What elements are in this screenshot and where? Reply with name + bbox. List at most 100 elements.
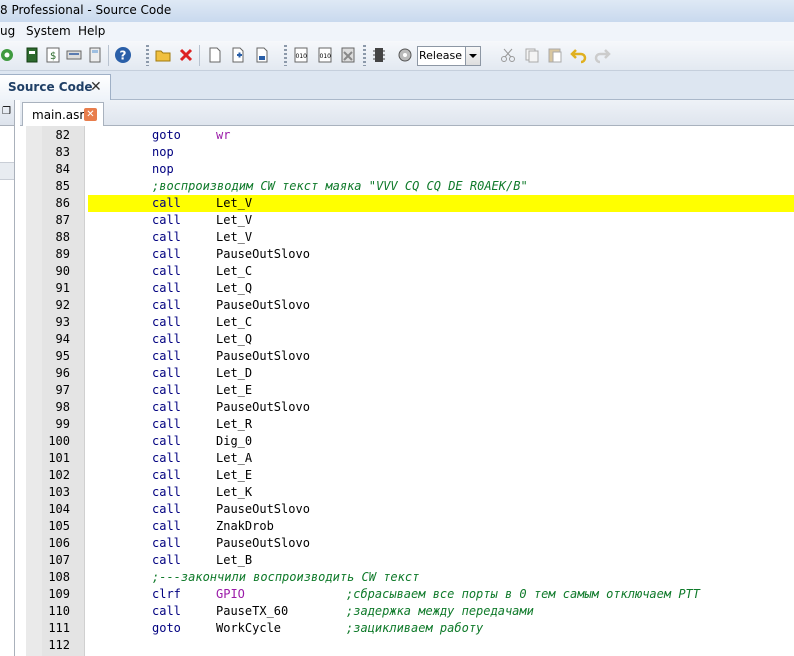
toolbar-separator [199, 45, 200, 66]
code-line[interactable]: 100 call Dig_0 [20, 433, 794, 450]
code-line[interactable]: 96 call Let_D [20, 365, 794, 382]
line-number: 97 [55, 383, 70, 397]
calculator-icon[interactable] [86, 46, 104, 64]
dollar-doc-icon[interactable]: $ [44, 46, 62, 64]
code-line[interactable]: 109 clrf GPIO ;сбрасываем все порты в 0 тем… [20, 586, 794, 603]
save-file-icon[interactable] [253, 46, 271, 64]
line-number: 90 [55, 264, 70, 278]
operand: wr [216, 128, 231, 142]
line-number: 108 [48, 570, 70, 584]
code-line[interactable]: 111 goto WorkCycle ;зацикливаем работу [20, 620, 794, 637]
code-line[interactable]: 91 call Let_Q [20, 280, 794, 297]
instruction: call [152, 281, 181, 295]
code-line[interactable]: 83 nop [20, 144, 794, 161]
line-number: 102 [48, 468, 70, 482]
binary-icon[interactable]: 010 [292, 46, 310, 64]
delete-icon[interactable] [177, 46, 195, 64]
left-panel-header: ❐ [0, 100, 14, 126]
operand: Let_B [216, 553, 253, 567]
toolbar-grip[interactable] [284, 45, 287, 66]
code-line[interactable]: 107 call Let_B [20, 552, 794, 569]
menu-system[interactable]: System [26, 24, 71, 38]
instruction: call [152, 349, 181, 363]
instruction: clrf [152, 587, 181, 601]
settings-icon[interactable] [0, 46, 18, 64]
redo-icon[interactable] [593, 46, 611, 64]
code-line[interactable]: 99 call Let_R [20, 416, 794, 433]
code-line[interactable]: 102 call Let_E [20, 467, 794, 484]
instruction: goto [152, 128, 181, 142]
code-line[interactable]: 106 call PauseOutSlovo [20, 535, 794, 552]
menu-help[interactable]: Help [78, 24, 105, 38]
code-area[interactable]: 82 goto wr 83 nop 84 nop 85 ;воспроизводим CW те… [20, 126, 794, 656]
code-line[interactable]: 82 goto wr [20, 127, 794, 144]
code-line[interactable]: 98 call PauseOutSlovo [20, 399, 794, 416]
memory-icon[interactable] [65, 46, 83, 64]
instruction: call [152, 604, 181, 618]
svg-text:$: $ [50, 51, 56, 62]
paste-icon[interactable] [546, 46, 564, 64]
restore-window-icon[interactable]: ❐ [2, 106, 11, 117]
code-line[interactable]: 93 call Let_C [20, 314, 794, 331]
line-number: 112 [48, 638, 70, 652]
code-line[interactable]: 85 ;воспроизводим CW текст маяка "VVV CQ … [20, 178, 794, 195]
operand: Let_C [216, 264, 253, 278]
line-number: 107 [48, 553, 70, 567]
instruction: call [152, 213, 181, 227]
code-line[interactable]: 112 [20, 637, 794, 654]
operand: ZnakDrob [216, 519, 274, 533]
line-number: 101 [48, 451, 70, 465]
device-icon[interactable] [370, 46, 388, 64]
code-line[interactable]: 86 call Let_V [20, 195, 794, 212]
tab-main-asm[interactable]: main.asm ✕ [22, 102, 104, 126]
help-icon[interactable]: ? [114, 46, 132, 64]
code-line[interactable]: 92 call PauseOutSlovo [20, 297, 794, 314]
undo-icon[interactable] [570, 46, 588, 64]
new-file-icon[interactable] [206, 46, 224, 64]
code-line[interactable]: 97 call Let_E [20, 382, 794, 399]
code-line[interactable]: 94 call Let_Q [20, 331, 794, 348]
add-file-icon[interactable] [229, 46, 247, 64]
code-line[interactable]: 95 call PauseOutSlovo [20, 348, 794, 365]
code-line[interactable]: 90 call Let_C [20, 263, 794, 280]
chip-icon[interactable] [23, 46, 41, 64]
code-line[interactable]: 104 call PauseOutSlovo [20, 501, 794, 518]
code-line[interactable]: 87 call Let_V [20, 212, 794, 229]
instruction: call [152, 434, 181, 448]
code-line[interactable]: 103 call Let_K [20, 484, 794, 501]
toolbar-grip[interactable] [146, 45, 149, 66]
title-bar: 8 Professional - Source Code [0, 0, 794, 23]
line-number: 111 [48, 621, 70, 635]
instruction: call [152, 298, 181, 312]
code-line[interactable]: 108 ;---закончили воспроизводить CW текст [20, 569, 794, 586]
close-icon[interactable]: ✕ [84, 108, 97, 121]
menu-debug[interactable]: ug [0, 24, 15, 38]
toolbar-grip[interactable] [363, 45, 366, 66]
comment: ;сбрасываем все порты в 0 тем самым откл… [346, 587, 701, 601]
instruction: call [152, 417, 181, 431]
line-number: 92 [55, 298, 70, 312]
binary-alt-icon[interactable]: 010 [316, 46, 334, 64]
chevron-down-icon[interactable] [465, 47, 480, 65]
left-panel-item[interactable] [0, 162, 14, 180]
build-config-value: Release [419, 49, 462, 62]
editor-tab-bar: main.asm ✕ [20, 100, 794, 126]
code-line[interactable]: 110 call PauseTX_60 ;задержка между передач… [20, 603, 794, 620]
code-line[interactable]: 89 call PauseOutSlovo [20, 246, 794, 263]
tab-source-code[interactable]: Source Code ✕ [0, 74, 111, 100]
code-line[interactable]: 84 nop [20, 161, 794, 178]
cut-icon[interactable] [499, 46, 517, 64]
build-config-select[interactable]: Release [417, 46, 481, 66]
binary-delete-icon[interactable] [339, 46, 357, 64]
open-folder-icon[interactable] [154, 46, 172, 64]
code-line[interactable]: 105 call ZnakDrob [20, 518, 794, 535]
operand: PauseOutSlovo [216, 536, 310, 550]
code-line[interactable]: 88 call Let_V [20, 229, 794, 246]
close-icon[interactable]: ✕ [90, 79, 102, 95]
build-config-icon[interactable] [396, 46, 414, 64]
line-number: 89 [55, 247, 70, 261]
instruction: call [152, 247, 181, 261]
copy-icon[interactable] [523, 46, 541, 64]
operand: Let_K [216, 485, 253, 499]
code-line[interactable]: 101 call Let_A [20, 450, 794, 467]
